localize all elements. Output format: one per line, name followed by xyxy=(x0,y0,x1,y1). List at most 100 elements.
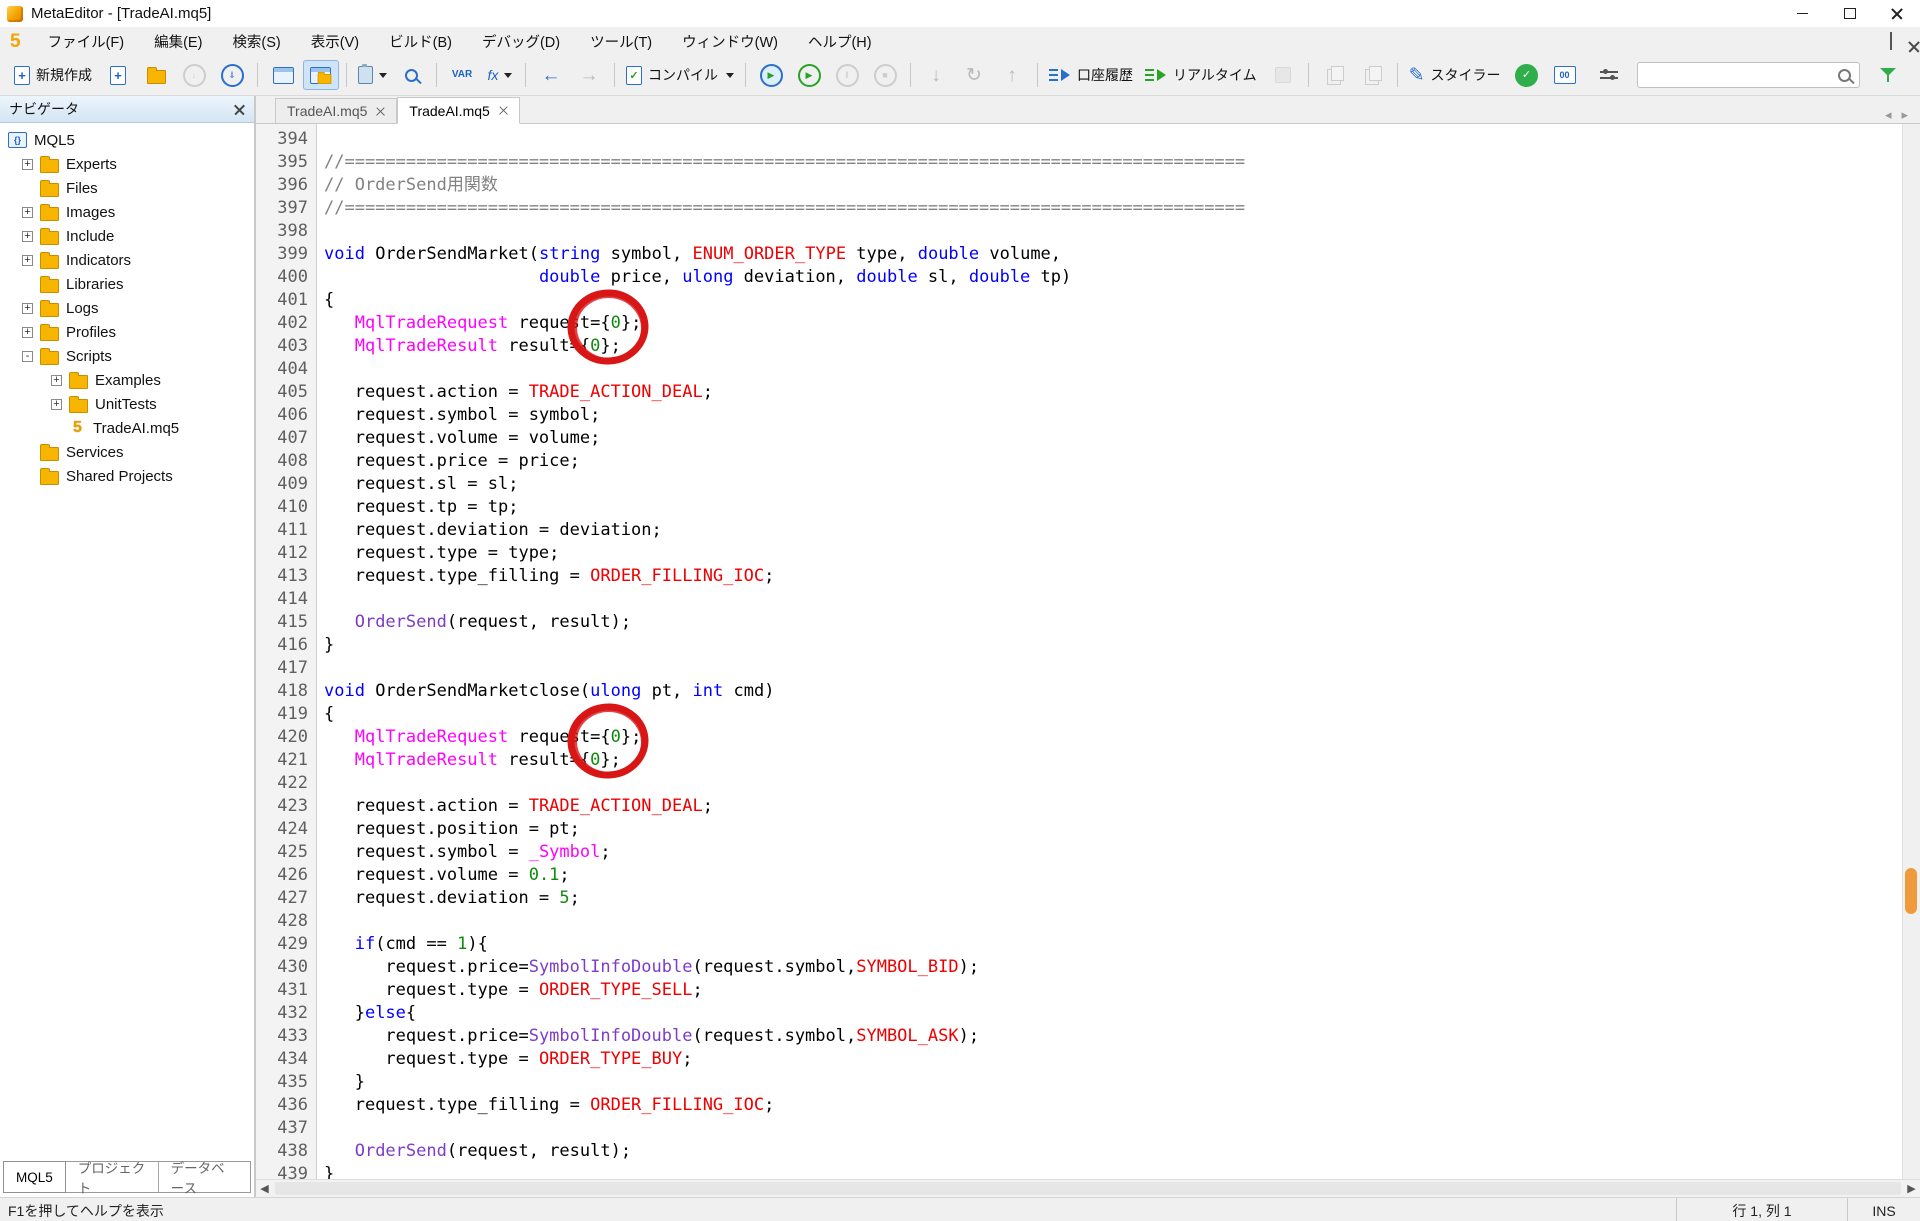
line-number: 398 xyxy=(256,220,308,243)
tree-item-include[interactable]: +Include xyxy=(0,224,254,248)
menu-item-v[interactable]: 表示(V) xyxy=(296,27,374,55)
tree-expander[interactable]: + xyxy=(22,327,33,338)
tree-expander[interactable]: + xyxy=(22,231,33,242)
paste-dropdown-icon[interactable] xyxy=(379,73,387,78)
navigate-forward-icon: → xyxy=(580,66,599,85)
tree-item-mql5[interactable]: {}MQL5 xyxy=(0,128,254,152)
navigator-tab-item[interactable]: プロジェクト xyxy=(66,1162,158,1192)
menu-item-d[interactable]: デバッグ(D) xyxy=(467,27,575,55)
tab-scroll-left-icon[interactable]: ◂ xyxy=(1885,107,1892,123)
folder-icon xyxy=(40,327,59,341)
code-view[interactable]: 3943953963973983994004014024034044054064… xyxy=(256,124,1920,1179)
horizontal-scrollbar[interactable]: ◀ ▶ xyxy=(256,1179,1920,1197)
document-restore-button[interactable] xyxy=(1890,33,1892,49)
new-window-button[interactable]: + xyxy=(100,60,136,90)
navigator-tab-mql5[interactable]: MQL5 xyxy=(3,1161,66,1193)
tree-expander[interactable]: + xyxy=(22,303,33,314)
styler-button[interactable]: ✎スタイラー xyxy=(1405,60,1507,90)
tree-expander[interactable]: + xyxy=(51,375,62,386)
tree-item-tradeai-mq5[interactable]: 5TradeAI.mq5 xyxy=(0,416,254,440)
vertical-scrollbar[interactable] xyxy=(1902,124,1920,1179)
minimize-button[interactable] xyxy=(1779,0,1826,27)
tab-close-icon[interactable] xyxy=(376,107,385,116)
navigate-back-button[interactable]: ← xyxy=(533,60,569,90)
status-bar: F1を押してヘルプを表示 行 1, 列 1 INS xyxy=(0,1197,1920,1221)
code-line xyxy=(324,588,1902,611)
editor-tab-1[interactable]: TradeAI.mq5 xyxy=(275,98,397,123)
vertical-scrollbar-thumb[interactable] xyxy=(1905,868,1917,914)
tree-item-experts[interactable]: +Experts xyxy=(0,152,254,176)
toggle-navigator-button[interactable] xyxy=(303,60,339,90)
line-number: 396 xyxy=(256,174,308,197)
tree-expander[interactable]: + xyxy=(51,399,62,410)
tree-item-logs[interactable]: +Logs xyxy=(0,296,254,320)
start-button[interactable]: ▶ xyxy=(791,60,827,90)
close-button[interactable] xyxy=(1873,0,1920,27)
tree-expander[interactable]: + xyxy=(22,207,33,218)
search-icon[interactable] xyxy=(1838,69,1851,82)
tab-scroll-right-icon[interactable]: ▸ xyxy=(1901,107,1908,123)
realtime-label: リアルタイム xyxy=(1171,65,1259,85)
line-number: 411 xyxy=(256,519,308,542)
tree-item-files[interactable]: Files xyxy=(0,176,254,200)
tree-expander xyxy=(22,279,33,290)
tree-expander xyxy=(22,183,33,194)
code-line: MqlTradeResult result={0}; xyxy=(324,335,1902,358)
menu-item-t[interactable]: ツール(T) xyxy=(575,27,667,55)
menu-item-w[interactable]: ウィンドウ(W) xyxy=(667,27,793,55)
save-all-button[interactable]: ⇓ xyxy=(214,60,250,90)
journal-button[interactable]: 00 xyxy=(1547,60,1583,90)
start-debugging-button[interactable]: ▶ xyxy=(753,60,789,90)
tree-item-services[interactable]: Services xyxy=(0,440,254,464)
tree-item-libraries[interactable]: Libraries xyxy=(0,272,254,296)
menu-item-b[interactable]: ビルド(B) xyxy=(374,27,467,55)
insert-variable-button[interactable]: VAR xyxy=(444,60,480,90)
tree-item-images[interactable]: +Images xyxy=(0,200,254,224)
search-input[interactable] xyxy=(1646,67,1832,84)
menu-item-e[interactable]: 編集(E) xyxy=(139,27,217,55)
code-line: MqlTradeRequest request={0}; xyxy=(324,312,1902,335)
code-text[interactable]: //======================================… xyxy=(317,124,1902,1179)
paste-button[interactable] xyxy=(354,60,391,90)
scroll-right-icon[interactable]: ▶ xyxy=(1903,1180,1920,1197)
insert-function-button[interactable]: fx xyxy=(482,60,518,90)
tree-item-unittests[interactable]: +UnitTests xyxy=(0,392,254,416)
compile-dropdown-icon[interactable] xyxy=(726,73,734,78)
tree-item-scripts[interactable]: -Scripts xyxy=(0,344,254,368)
line-number: 431 xyxy=(256,979,308,1002)
stop-icon: ■ xyxy=(874,64,897,87)
tree-item-examples[interactable]: +Examples xyxy=(0,368,254,392)
navigator-tab-item[interactable]: データベース xyxy=(158,1162,250,1192)
main-toolbar: +新規作成+↓⇓VARfx←→✓コンパイル▶▶‖■↓↻↑口座履歴リアルタイム✎ス… xyxy=(0,55,1920,96)
filter-button[interactable] xyxy=(1870,60,1906,90)
realtime-button[interactable]: リアルタイム xyxy=(1141,60,1263,90)
maximize-button[interactable] xyxy=(1826,0,1873,27)
tree-expander[interactable]: + xyxy=(22,159,33,170)
navigator-close-icon[interactable] xyxy=(234,104,245,115)
toggle-toolbox-button[interactable] xyxy=(265,60,301,90)
tree-item-shared-projects[interactable]: Shared Projects xyxy=(0,464,254,488)
tree-item-profiles[interactable]: +Profiles xyxy=(0,320,254,344)
code-line: request.type_filling = ORDER_FILLING_IOC… xyxy=(324,565,1902,588)
options-button[interactable] xyxy=(1591,60,1627,90)
menu-item-s[interactable]: 検索(S) xyxy=(217,27,295,55)
tab-close-icon[interactable] xyxy=(499,106,508,115)
new-file-button[interactable]: +新規作成 xyxy=(10,60,98,90)
open-file-button[interactable] xyxy=(138,60,174,90)
navigate-forward-button: → xyxy=(571,60,607,90)
tree-expander[interactable]: - xyxy=(22,351,33,362)
insert-function-dropdown-icon[interactable] xyxy=(504,73,512,78)
menu-item-h[interactable]: ヘルプ(H) xyxy=(793,27,887,55)
mql5-cloud-button[interactable]: ✓ xyxy=(1509,60,1545,90)
find-in-files-button[interactable] xyxy=(393,60,429,90)
menu-item-f[interactable]: ファイル(F) xyxy=(33,27,140,55)
code-line: request.action = TRADE_ACTION_DEAL; xyxy=(324,381,1902,404)
compile-button[interactable]: ✓コンパイル xyxy=(622,60,738,90)
tree-expander[interactable]: + xyxy=(22,255,33,266)
editor-tab-2[interactable]: TradeAI.mq5 xyxy=(397,97,519,124)
scroll-left-icon[interactable]: ◀ xyxy=(256,1180,273,1197)
account-history-button[interactable]: 口座履歴 xyxy=(1045,60,1139,90)
folder-icon xyxy=(40,207,59,221)
horizontal-scrollbar-thumb[interactable] xyxy=(275,1182,1901,1195)
tree-item-indicators[interactable]: +Indicators xyxy=(0,248,254,272)
